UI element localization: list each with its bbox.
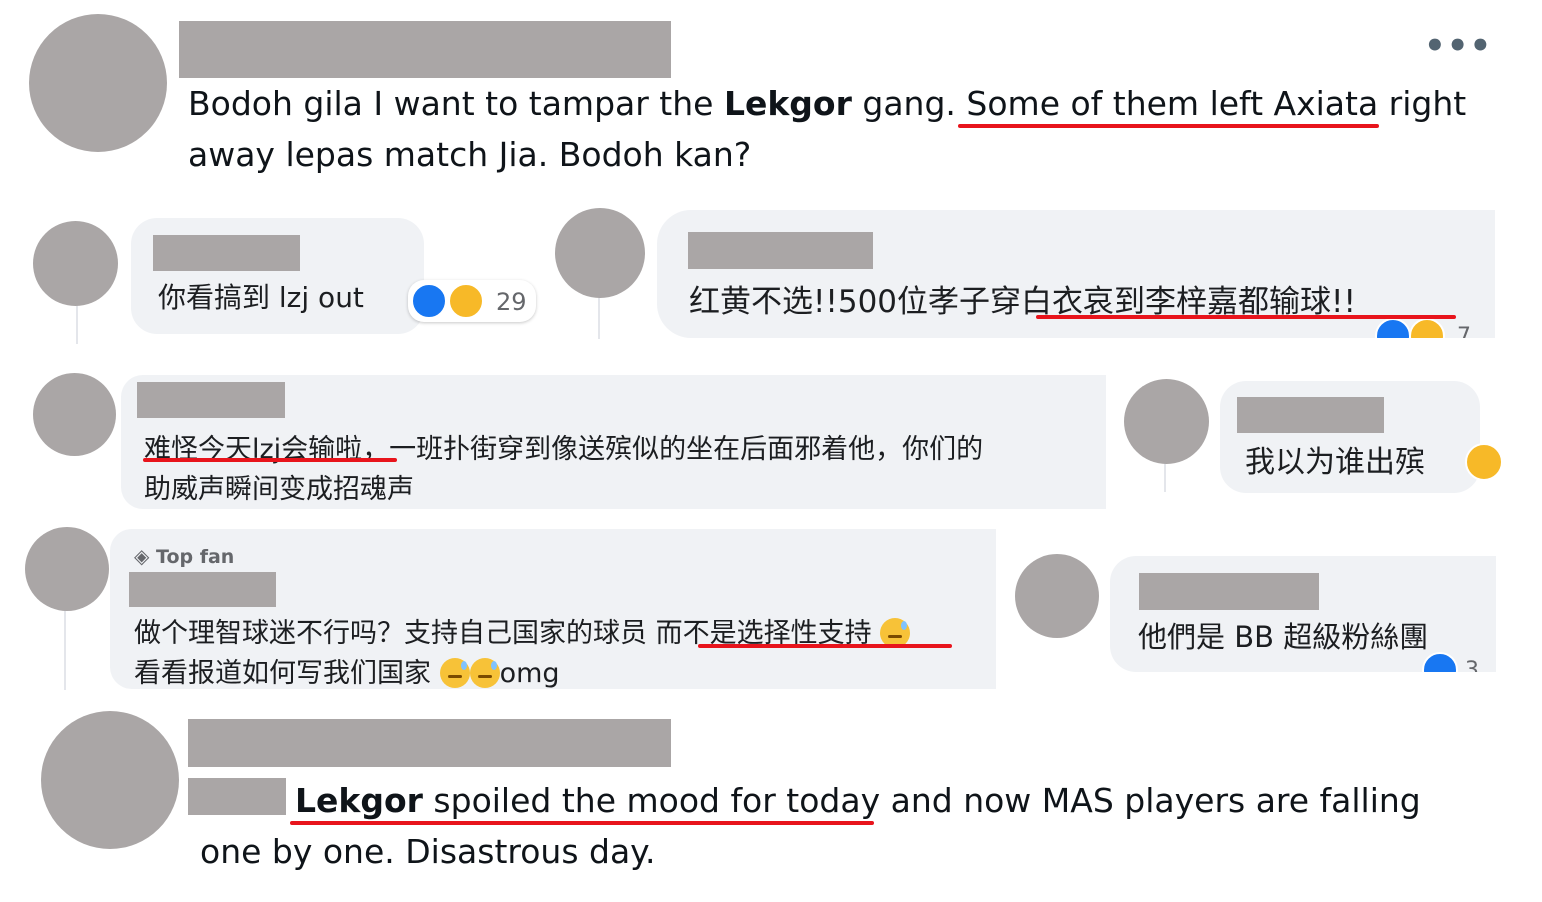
- comment-bubble: 难怪今天lzj会输啦，一班扑街穿到像送殡似的坐在后面邪着他，你们的 助威声瞬间变…: [121, 375, 1106, 509]
- haha-reaction-icon: [448, 283, 484, 319]
- avatar[interactable]: [25, 527, 109, 611]
- reaction-count: 3: [1465, 658, 1479, 672]
- comment-text-segment: Bodoh gila I want to tampar the: [188, 84, 724, 123]
- thread-line: [76, 300, 78, 344]
- reaction-summary[interactable]: 29: [408, 280, 536, 322]
- comment-bubble: 你看搞到 lzj out: [131, 218, 424, 334]
- comment-text: 他們是 BB 超級粉絲團: [1138, 620, 1429, 654]
- comment-text: 我以为谁出殡: [1245, 445, 1425, 480]
- comment-text-segment: omg: [499, 658, 560, 689]
- sweat-emoji-icon: [439, 658, 470, 688]
- sweat-emoji-icon: [469, 658, 500, 688]
- like-reaction-icon: [411, 283, 447, 319]
- comment-text: Lekgor spoiled the mood for today and no…: [295, 781, 1421, 820]
- comment-text-segment: 看看报道如何写我们国家: [134, 658, 440, 689]
- thread-line: [1164, 460, 1166, 492]
- haha-reaction-icon: [1409, 318, 1445, 338]
- highlight-word: Lekgor: [295, 781, 423, 820]
- redacted-username: [1139, 573, 1319, 610]
- highlight-word: Lekgor: [723, 84, 852, 123]
- redacted-username: [129, 572, 276, 607]
- redacted-username: [188, 719, 671, 767]
- comment-text: Bodoh gila I want to tampar the Lekgor g…: [188, 84, 1466, 123]
- badge-label: Top fan: [156, 546, 235, 568]
- more-horizontal-icon[interactable]: •••: [1424, 26, 1492, 66]
- thread-line: [598, 295, 600, 339]
- thread-line: [64, 608, 66, 690]
- red-underline: [290, 821, 874, 825]
- comment-bubble: 他們是 BB 超級粉絲團 3: [1110, 556, 1496, 672]
- avatar[interactable]: [29, 14, 167, 152]
- underlined-phrase: Some of them left Axiata: [966, 84, 1379, 123]
- comment-text-segment: 红黄不选!!500位孝子: [689, 284, 991, 320]
- avatar[interactable]: [1124, 379, 1209, 464]
- avatar[interactable]: [555, 208, 645, 298]
- red-underline: [143, 458, 397, 462]
- comment-text-line2: one by one. Disastrous day.: [200, 832, 656, 871]
- redacted-username: [688, 232, 873, 269]
- redacted-username: [137, 382, 285, 418]
- reaction-count: 7: [1457, 324, 1471, 338]
- top-fan-badge: ◈ Top fan: [134, 544, 234, 568]
- comment-bubble: ◈ Top fan 做个理智球迷不行吗？支持自己国家的球员 而不是选择性支持 看…: [110, 529, 996, 689]
- avatar[interactable]: [33, 221, 118, 306]
- redacted-handle: [188, 778, 286, 815]
- comment-text-segment: y and now MAS players are falling: [860, 781, 1421, 820]
- redacted-username: [1237, 397, 1384, 433]
- reaction-count: 29: [496, 288, 527, 316]
- comment-text: 你看搞到 lzj out: [158, 281, 364, 314]
- avatar[interactable]: [41, 711, 179, 849]
- like-reaction-icon: [1375, 318, 1411, 338]
- comment-text-line2: away lepas match Jia. Bodoh kan?: [188, 135, 752, 174]
- underlined-phrase: spoiled the mood for toda: [422, 781, 861, 820]
- comment-text-segment: right: [1378, 84, 1467, 123]
- avatar[interactable]: [33, 373, 116, 456]
- red-underline: [958, 124, 1379, 128]
- comment-text-line2: 助威声瞬间变成招魂声: [144, 474, 414, 505]
- haha-reaction-icon: [1465, 443, 1503, 481]
- comment-text-segment: ，一班扑街穿到像送殡似的坐在后面邪着他，你们的: [362, 434, 984, 465]
- redacted-username: [179, 21, 671, 78]
- diamond-icon: ◈: [134, 544, 150, 568]
- comment-text-line2: 看看报道如何写我们国家 omg: [134, 651, 560, 689]
- red-underline: [698, 644, 952, 648]
- redacted-username: [153, 235, 300, 271]
- comment-text-segment: 做个理智球迷不行吗？支持自己国家的球员: [134, 618, 656, 649]
- red-underline: [1036, 315, 1456, 319]
- comment-text-segment: gang.: [851, 84, 967, 123]
- avatar[interactable]: [1015, 554, 1099, 638]
- comment-bubble: 我以为谁出殡: [1220, 381, 1480, 493]
